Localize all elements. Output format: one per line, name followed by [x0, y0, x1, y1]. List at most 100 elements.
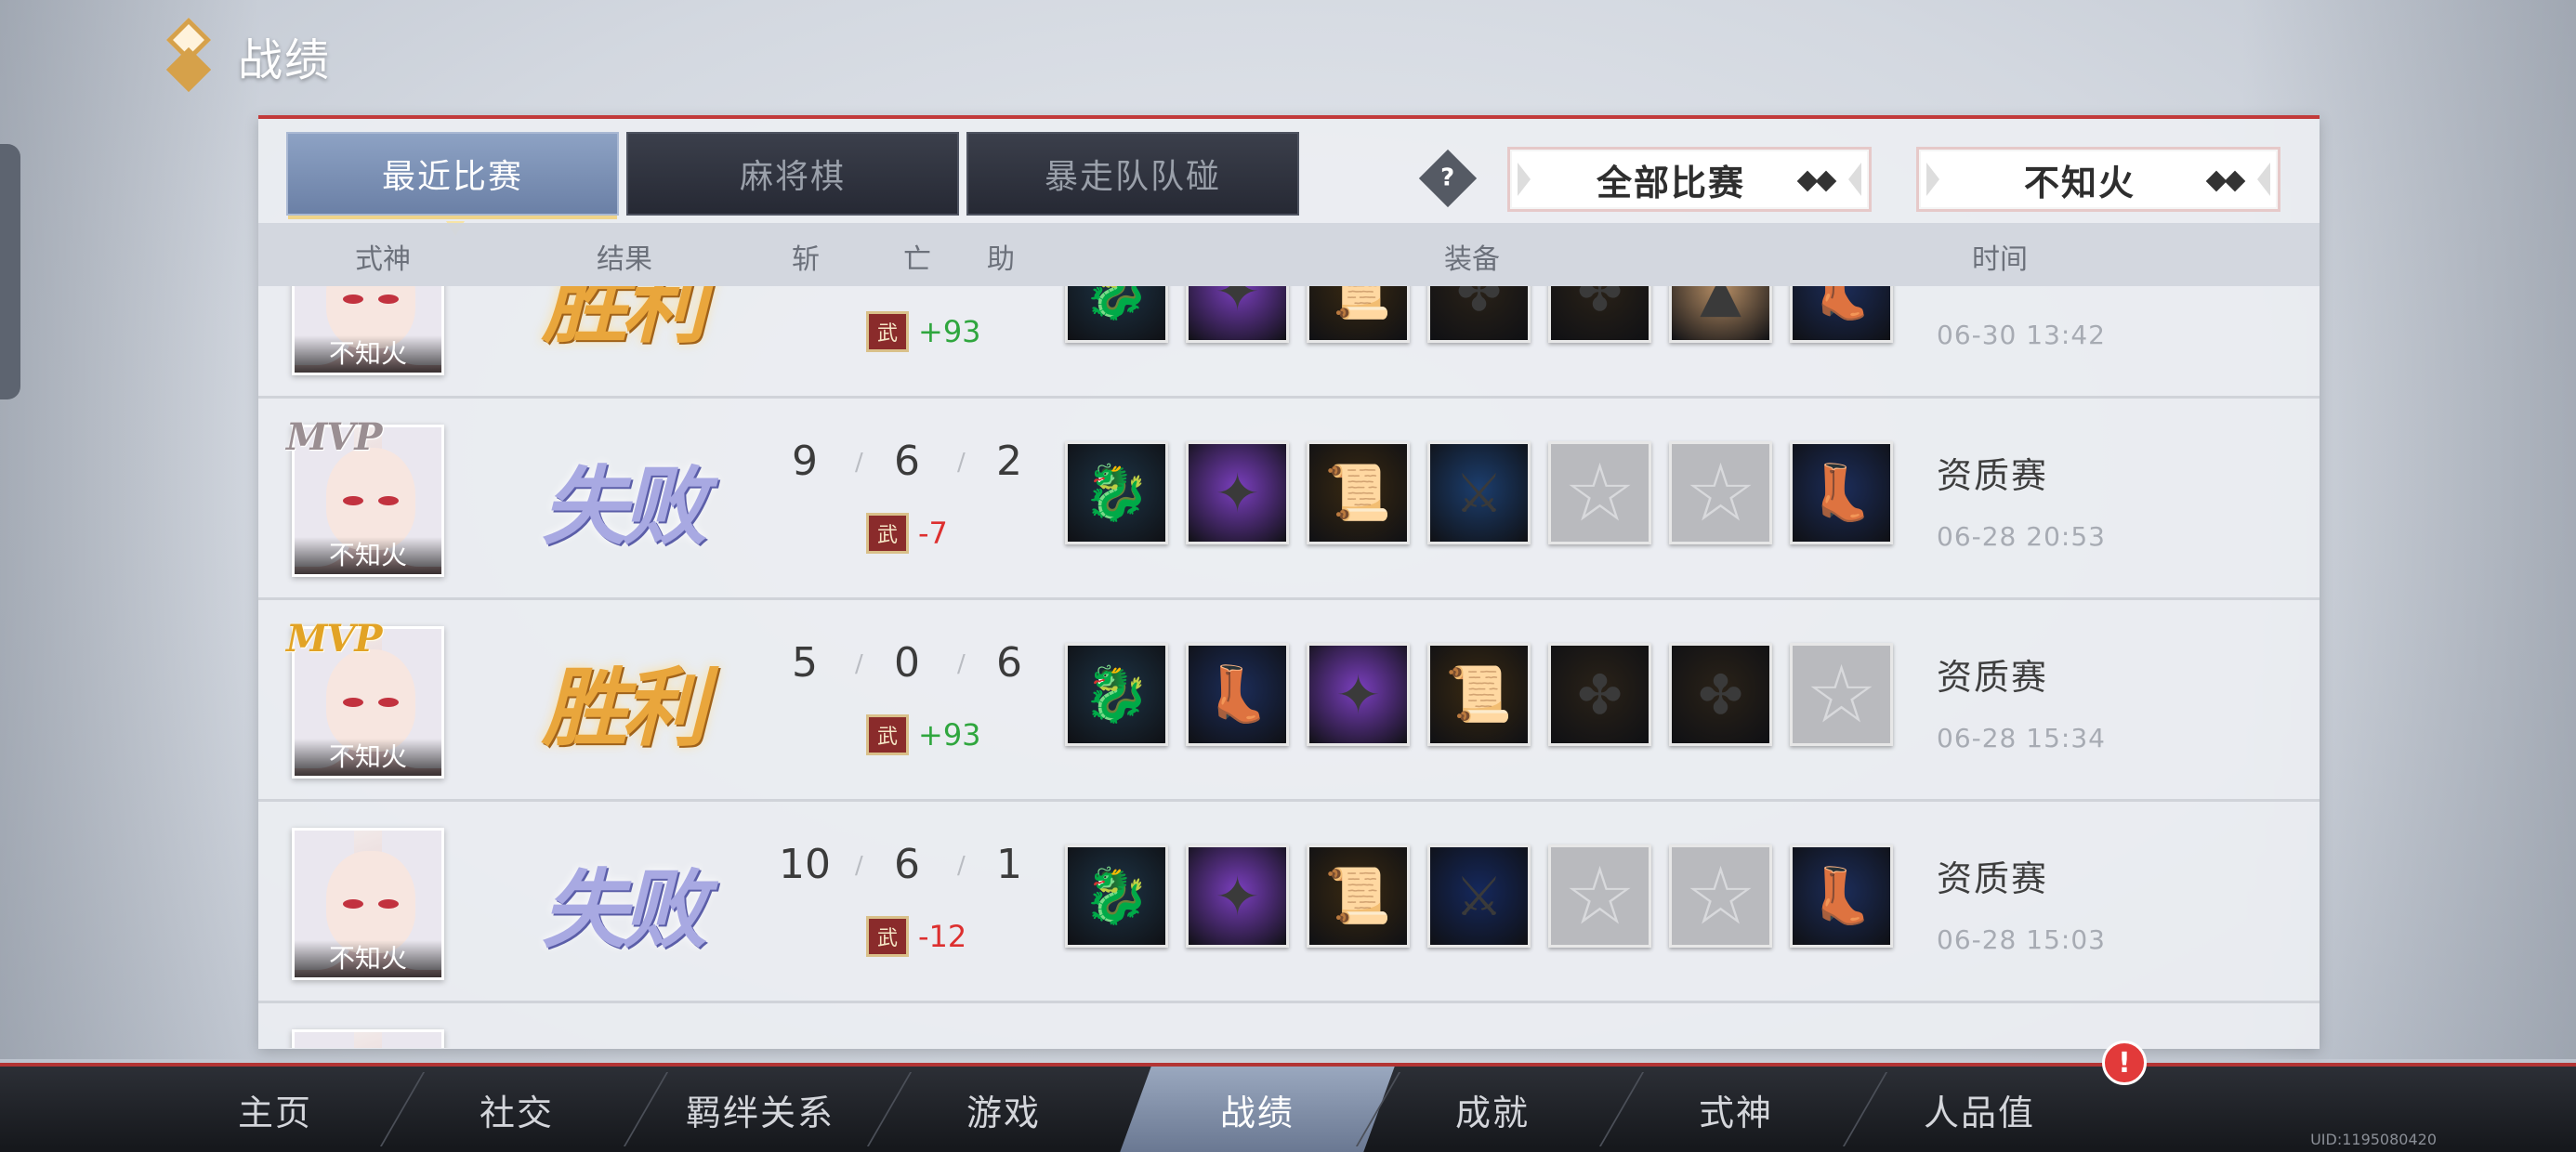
- match-time: 06-28 20:53: [1937, 521, 2106, 552]
- kills-value: 9: [792, 438, 818, 485]
- nav-social[interactable]: 社交: [405, 1067, 628, 1152]
- tab-rampage-team[interactable]: 暴走队队碰: [966, 132, 1299, 216]
- equipment-list: 🐉 👢 ✦ 📜 ✤ ✤: [1065, 643, 1893, 746]
- staff-equip-icon[interactable]: ✦: [1186, 441, 1289, 544]
- rating-delta: -7: [918, 516, 948, 551]
- staff-equip-icon[interactable]: ✦: [1307, 643, 1410, 746]
- empty-slot-icon: [1669, 844, 1772, 948]
- tab-bar: 最近比赛 麻将棋 暴走队队碰: [286, 132, 1299, 236]
- page-title: 战绩: [238, 34, 332, 86]
- kda-stats: 9 / 6 / 2: [768, 426, 1046, 501]
- match-type-dropdown[interactable]: 全部比赛: [1507, 147, 1872, 212]
- mvp-badge: MVP: [286, 617, 382, 661]
- martial-badge-icon: 武: [866, 714, 909, 755]
- scroll-equip-icon[interactable]: 📜: [1307, 286, 1410, 343]
- equipment-list: 🐉✦📜⚔ 👢: [1065, 844, 1893, 948]
- kda-separator: /: [855, 449, 863, 477]
- dragon-scarf-equip-icon[interactable]: 🐉: [1065, 643, 1168, 746]
- kda-stats: 5 / 0 / 6: [768, 628, 1046, 702]
- bottom-nav: 主页 社交 羁绊关系 游戏 战绩 成就 式神 人品值 UID:119508042…: [0, 1063, 2576, 1152]
- scroll-equip-icon[interactable]: 📜: [1307, 844, 1410, 948]
- match-history-panel: 最近比赛 麻将棋 暴走队队碰 ? 全部比赛 不知火 式神 结果 斩 亡 助 装备…: [258, 115, 2320, 1049]
- match-mode: 资质赛: [1937, 858, 2049, 899]
- kda-separator: /: [855, 650, 863, 678]
- deaths-value: 6: [894, 841, 920, 888]
- tab-recent-matches[interactable]: 最近比赛: [286, 132, 619, 236]
- match-row[interactable]: 不知火 失败 10 / 6 / 1 武 -12 🐉✦📜⚔ 👢 资质赛 06-28 …: [258, 802, 2320, 1003]
- col-deaths: 亡: [903, 243, 931, 276]
- boots-equip-icon[interactable]: 👢: [1790, 286, 1893, 343]
- nav-reputation[interactable]: 人品值: [1868, 1067, 2091, 1152]
- nav-bonds[interactable]: 羁绊关系: [649, 1067, 872, 1152]
- empty-slot-icon: [1548, 844, 1651, 948]
- nav-achievements[interactable]: 成就: [1381, 1067, 1604, 1152]
- mvp-badge: MVP: [286, 415, 382, 459]
- kda-separator: /: [957, 650, 966, 678]
- notification-alert-icon[interactable]: !: [2102, 1041, 2147, 1085]
- rating-delta: +93: [918, 314, 981, 349]
- kills-value: 10: [779, 841, 831, 888]
- gold-talisman-equip-icon[interactable]: ✤: [1669, 643, 1772, 746]
- sword-equip-icon[interactable]: ⚔: [1427, 441, 1531, 544]
- gold-talisman-equip-icon[interactable]: ✤: [1548, 643, 1651, 746]
- match-result: 失败: [541, 455, 707, 556]
- help-icon[interactable]: ?: [1418, 149, 1478, 208]
- nav-home[interactable]: 主页: [164, 1067, 387, 1152]
- nav-game[interactable]: 游戏: [892, 1067, 1115, 1152]
- match-row[interactable]: 不知火 MVP 胜利 5 / 0 / 6 武 +93 🐉👢✦📜✤✤ 资质赛 06…: [258, 600, 2320, 802]
- shikigami-avatar[interactable]: 不知火: [292, 286, 444, 375]
- side-drawer-handle[interactable]: [0, 144, 20, 399]
- scroll-equip-icon[interactable]: 📜: [1307, 441, 1410, 544]
- boots-equip-icon[interactable]: 👢: [1790, 441, 1893, 544]
- rating-delta: +93: [918, 717, 981, 753]
- rating-change: 武 -7: [866, 510, 948, 556]
- match-row[interactable]: 不知火 MVP 失败 9 / 6 / 2 武 -7 🐉✦📜⚔ 👢 资质赛 06-2…: [258, 399, 2320, 600]
- rating-change: 武 -12: [866, 913, 966, 960]
- scroll-equip-icon[interactable]: 📜: [1427, 643, 1531, 746]
- shikigami-dropdown[interactable]: 不知火: [1916, 147, 2280, 212]
- match-result: 失败: [541, 858, 707, 960]
- dragon-scarf-equip-icon[interactable]: 🐉: [1065, 286, 1168, 343]
- kda-separator: /: [957, 449, 966, 477]
- staff-equip-icon[interactable]: ✦: [1186, 286, 1289, 343]
- empty-slot-icon: [1790, 643, 1893, 746]
- staff-equip-icon[interactable]: ✦: [1186, 844, 1289, 948]
- boots-equip-icon[interactable]: 👢: [1186, 643, 1289, 746]
- shikigami-name: 不知火: [295, 335, 441, 373]
- dragon-scarf-equip-icon[interactable]: 🐉: [1065, 441, 1168, 544]
- martial-badge-icon: 武: [866, 916, 909, 957]
- shikigami-name: 不知火: [295, 537, 441, 574]
- equipment-list: 🐉✦📜⚔ 👢: [1065, 441, 1893, 544]
- equipment-list: 🐉 ✦ 📜 ✤ ✤ ▲ 👢: [1065, 286, 1893, 343]
- dragon-scarf-equip-icon[interactable]: 🐉: [1065, 844, 1168, 948]
- match-result: 胜利: [541, 286, 707, 355]
- assists-value: 2: [996, 438, 1022, 485]
- wood-shield-equip-icon[interactable]: ▲: [1669, 286, 1772, 343]
- rating-delta: -12: [918, 919, 967, 954]
- kda-separator: /: [855, 852, 863, 880]
- column-header: 式神 结果 斩 亡 助 装备 时间: [258, 223, 2320, 286]
- gold-talisman-equip-icon[interactable]: ✤: [1427, 286, 1531, 343]
- shikigami-avatar[interactable]: [292, 1029, 444, 1048]
- empty-slot-icon: [1669, 441, 1772, 544]
- col-result: 结果: [597, 243, 652, 276]
- background-scenery-left: [0, 0, 260, 1059]
- match-time: 06-30 13:42: [1937, 320, 2106, 350]
- shikigami-name: 不知火: [295, 940, 441, 977]
- match-row[interactable]: 不知火 胜利 10 / 1 / 5 武 +93 🐉 ✦ 📜 ✤ ✤ ▲ 👢 06-30 13…: [258, 286, 2320, 399]
- gold-talisman-equip-icon[interactable]: ✤: [1548, 286, 1651, 343]
- match-time: 06-28 15:34: [1937, 723, 2106, 753]
- match-row[interactable]: [258, 1003, 2320, 1048]
- match-list[interactable]: 不知火 胜利 10 / 1 / 5 武 +93 🐉✦📜✤✤▲👢 06-30 13…: [258, 286, 2320, 1048]
- kda-separator: /: [957, 852, 966, 880]
- martial-badge-icon: 武: [866, 513, 909, 554]
- shikigami-avatar[interactable]: 不知火: [292, 828, 444, 980]
- tab-mahjong-chess[interactable]: 麻将棋: [626, 132, 959, 216]
- match-time: 06-28 15:03: [1937, 924, 2106, 955]
- nav-shikigami[interactable]: 式神: [1624, 1067, 1847, 1152]
- kda-stats: 10 / 1 / 5: [768, 286, 1046, 299]
- dropdown-arrow-icon: [1796, 170, 1837, 192]
- katana-equip-icon[interactable]: ⚔: [1427, 844, 1531, 948]
- nav-records[interactable]: 战绩: [1120, 1067, 1395, 1152]
- boots-equip-icon[interactable]: 👢: [1790, 844, 1893, 948]
